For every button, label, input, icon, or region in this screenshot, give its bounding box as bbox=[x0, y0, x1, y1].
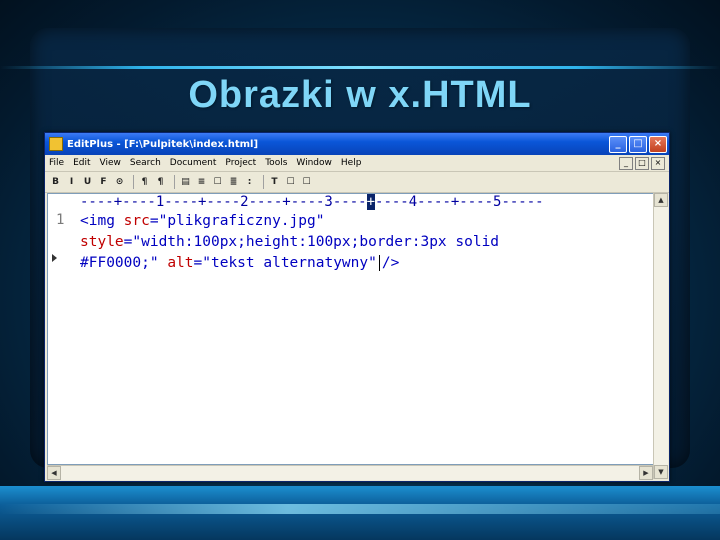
line-number-gutter: 1 bbox=[48, 210, 78, 464]
minimize-button[interactable]: _ bbox=[609, 135, 627, 153]
menu-project[interactable]: Project bbox=[225, 158, 256, 168]
code-text[interactable]: <img src="plikgraficzny.jpg" style="widt… bbox=[80, 211, 499, 274]
toolbar-separator bbox=[263, 175, 264, 189]
img-tag-close: /> bbox=[381, 255, 400, 271]
table-button[interactable]: ▤ bbox=[179, 176, 192, 189]
toolbar-separator bbox=[133, 175, 134, 189]
bottom-decorative-band bbox=[0, 486, 720, 540]
horizontal-scrollbar[interactable]: ◀ ▶ bbox=[47, 465, 653, 480]
underline-button[interactable]: U bbox=[81, 176, 94, 189]
window-title: EditPlus - [F:\Pulpitek\index.html] bbox=[67, 138, 259, 150]
menu-edit[interactable]: Edit bbox=[73, 158, 90, 168]
editplus-app-icon bbox=[49, 137, 63, 151]
bold-button[interactable]: B bbox=[49, 176, 62, 189]
align-button[interactable]: ≡ bbox=[195, 176, 208, 189]
linebreak-button[interactable]: ¶ bbox=[154, 176, 167, 189]
menu-window[interactable]: Window bbox=[296, 158, 332, 168]
alt-value: "tekst alternatywny" bbox=[202, 255, 377, 271]
window-titlebar[interactable]: EditPlus - [F:\Pulpitek\index.html] _ □ … bbox=[45, 133, 669, 155]
code-editor[interactable]: ----+----1----+----2----+----3----+----4… bbox=[47, 193, 655, 465]
bottom-light-streak bbox=[0, 504, 720, 514]
style-value: "width:100px;height:100px;border:3px sol… bbox=[132, 234, 500, 250]
menu-document[interactable]: Document bbox=[170, 158, 217, 168]
menu-file[interactable]: File bbox=[49, 158, 64, 168]
vertical-scrollbar[interactable]: ▲ ▼ bbox=[653, 193, 668, 479]
list-button[interactable]: ≣ bbox=[227, 176, 240, 189]
ruler-right: ----4----+----5----- bbox=[375, 194, 544, 210]
line-number: 1 bbox=[56, 212, 65, 228]
alt-equals: = bbox=[193, 255, 203, 271]
menu-help[interactable]: Help bbox=[341, 158, 362, 168]
font-button[interactable]: F bbox=[97, 176, 110, 189]
text-button[interactable]: T bbox=[268, 176, 281, 189]
editplus-window: EditPlus - [F:\Pulpitek\index.html] _ □ … bbox=[44, 132, 670, 482]
scroll-up-icon[interactable]: ▲ bbox=[654, 193, 668, 207]
menu-search[interactable]: Search bbox=[130, 158, 161, 168]
scroll-left-icon[interactable]: ◀ bbox=[47, 466, 61, 480]
menu-tools[interactable]: Tools bbox=[265, 158, 287, 168]
ruler-left: ----+----1----+----2----+----3---- bbox=[80, 194, 367, 210]
more-button[interactable]: : bbox=[243, 176, 256, 189]
maximize-button[interactable]: □ bbox=[629, 135, 647, 153]
scroll-down-icon[interactable]: ▼ bbox=[654, 465, 668, 479]
close-button[interactable]: × bbox=[649, 135, 667, 153]
style-attribute: style bbox=[80, 234, 124, 250]
document-controls: _ □ × bbox=[617, 156, 665, 170]
doc-maximize-button[interactable]: □ bbox=[635, 156, 649, 170]
toolbar-separator bbox=[174, 175, 175, 189]
text-caret bbox=[378, 255, 380, 271]
preview-button[interactable]: ☐ bbox=[284, 176, 297, 189]
form-button[interactable]: ☐ bbox=[211, 176, 224, 189]
alt-attribute: alt bbox=[167, 255, 194, 271]
src-attribute: src bbox=[123, 213, 150, 229]
italic-button[interactable]: I bbox=[65, 176, 78, 189]
slide-title: Obrazki w x.HTML bbox=[188, 74, 532, 116]
src-value: "plikgraficzny.jpg" bbox=[158, 213, 325, 229]
top-glow-line bbox=[0, 66, 720, 69]
doc-minimize-button[interactable]: _ bbox=[619, 156, 633, 170]
column-ruler: ----+----1----+----2----+----3----+----4… bbox=[48, 194, 654, 210]
wrap-arrow-icon bbox=[52, 254, 57, 262]
scroll-right-icon[interactable]: ▶ bbox=[639, 466, 653, 480]
image-button[interactable]: ⊙ bbox=[113, 176, 126, 189]
style-value-end: #FF0000;" bbox=[80, 255, 159, 271]
paragraph-button[interactable]: ¶ bbox=[138, 176, 151, 189]
ruler-cursor-marker: + bbox=[366, 194, 376, 210]
menu-view[interactable]: View bbox=[100, 158, 121, 168]
formatting-toolbar: B I U F ⊙ ¶ ¶ ▤ ≡ ☐ ≣ : T ☐ ☐ bbox=[45, 172, 669, 193]
img-tag-open: <img bbox=[80, 213, 115, 229]
browser-button[interactable]: ☐ bbox=[300, 176, 313, 189]
src-equals: = bbox=[149, 213, 159, 229]
doc-close-button[interactable]: × bbox=[651, 156, 665, 170]
menubar: File Edit View Search Document Project T… bbox=[45, 155, 669, 172]
